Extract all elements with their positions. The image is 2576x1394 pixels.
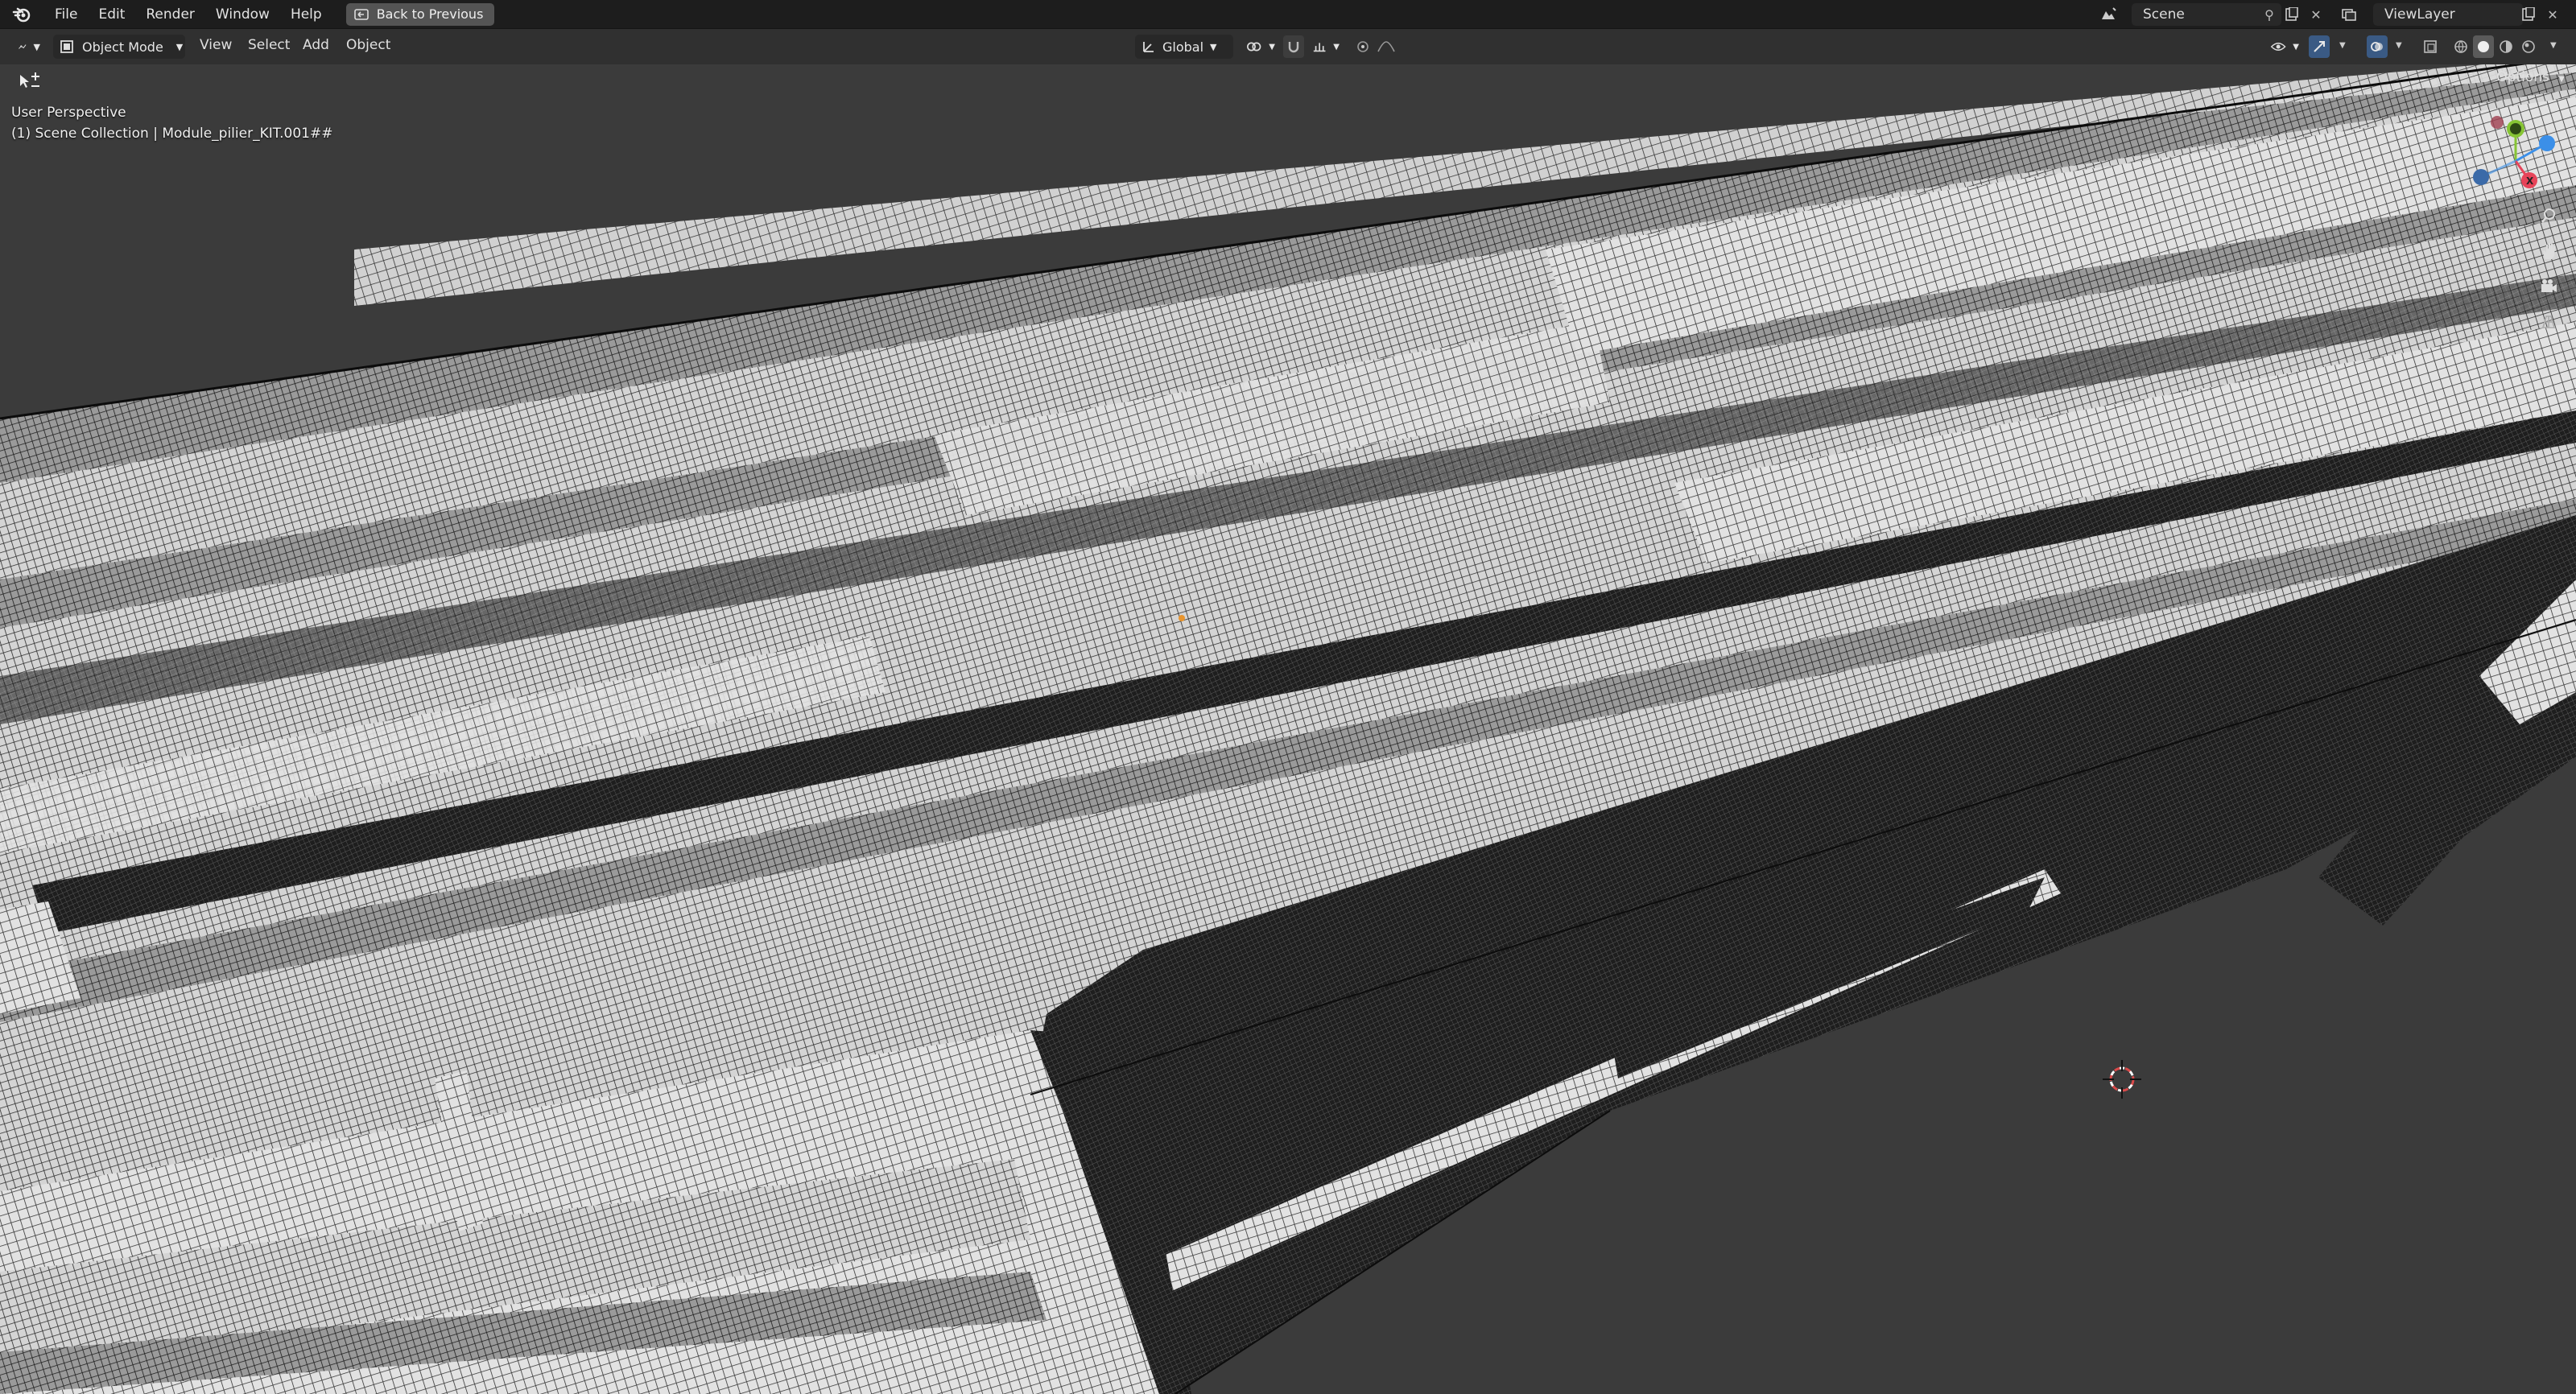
gizmo-chevron-down-icon[interactable]: ▼ [2339,41,2346,50]
mesh-wireframe-render [0,64,2576,1394]
view-layer-name-text: ViewLayer [2384,6,2455,23]
rendered-shading-icon[interactable] [2518,35,2539,58]
options-label: Options [2496,69,2549,85]
perspective-label: User Perspective [11,105,126,121]
snap-toggle-icon[interactable] [1283,35,1304,58]
delete-scene-icon[interactable]: ✕ [2306,4,2326,25]
3d-viewport[interactable]: User Perspective (1) Scene Collection | … [0,64,2576,1394]
pan-hand-icon[interactable] [2534,237,2563,266]
shading-chevron-down-icon[interactable]: ▼ [2550,41,2557,50]
svg-text:X: X [2526,175,2534,187]
back-screen-icon [353,8,369,20]
menu-add[interactable]: Add [303,37,329,53]
axis-neg-x-icon[interactable] [2491,116,2504,129]
menu-render[interactable]: Render [146,6,195,23]
menu-help[interactable]: Help [291,6,322,23]
navigation-gizmo[interactable]: X [2457,111,2562,208]
axis-z-icon[interactable] [2539,135,2555,151]
material-preview-shading-icon[interactable] [2496,35,2516,58]
object-mode-label: Object Mode [82,39,163,55]
new-view-layer-icon[interactable] [2518,4,2539,25]
menu-window[interactable]: Window [216,6,270,23]
visibility-dropdown[interactable]: ▼ [2264,35,2306,59]
transform-orientation-label: Global [1162,39,1204,55]
menu-edit[interactable]: Edit [98,6,125,23]
menu-view[interactable]: View [200,37,232,53]
menu-object[interactable]: Object [346,37,390,53]
camera-view-icon[interactable] [2534,272,2563,301]
menu-file[interactable]: File [55,6,77,23]
blender-logo-icon[interactable] [10,2,34,27]
axis-neg-z-icon[interactable] [2473,169,2489,185]
proportional-editing-icon[interactable] [1352,35,1373,58]
back-button-label: Back to Previous [376,6,484,22]
object-mode-dropdown[interactable]: Object Mode ▼ [53,35,185,59]
overlays-chevron-down-icon[interactable]: ▼ [2396,41,2402,50]
viewport-header: ▼ Object Mode ▼ View Select Add Object G… [0,29,2576,64]
transform-orientation-dropdown[interactable]: Global ▼ [1135,35,1233,59]
scene-browse-icon[interactable] [2098,4,2119,25]
view-layer-field[interactable]: ViewLayer [2373,3,2523,26]
solid-shading-icon[interactable] [2473,35,2494,58]
perspective-grid-icon[interactable] [2534,307,2563,336]
view-layer-browse-icon[interactable] [2339,4,2360,25]
delete-view-layer-icon[interactable]: ✕ [2542,4,2563,25]
snap-increment-icon [1313,43,1326,52]
chevron-down-icon: ▼ [33,41,40,52]
collection-label: (1) Scene Collection | Module_pilier_KIT… [11,126,333,142]
wireframe-shading-icon[interactable] [2450,35,2471,58]
top-menu-bar: File Edit Render Window Help Back to Pre… [0,0,2576,29]
zoom-magnifier-icon[interactable] [2534,201,2563,230]
gizmo-toggle-icon[interactable] [2309,35,2330,58]
xray-toggle-icon[interactable] [2420,35,2441,58]
chevron-down-icon: ▼ [1210,41,1217,52]
overlays-toggle-icon[interactable] [2367,35,2388,58]
back-to-previous-button[interactable]: Back to Previous [345,2,495,26]
menu-select[interactable]: Select [248,37,290,53]
global-axes-icon [1143,42,1154,52]
eye-icon [2270,43,2286,51]
chevron-down-icon: ▼ [2293,42,2299,52]
chevron-down-icon: ▼ [175,41,184,52]
scene-name-text: Scene [2143,6,2185,23]
chevron-down-icon: ▼ [1333,42,1340,52]
snap-target-dropdown[interactable]: ▼ [1306,35,1346,59]
new-scene-icon[interactable] [2281,4,2302,25]
pin-icon[interactable]: ⚲ [2259,4,2280,25]
falloff-curve-icon[interactable] [1377,35,1397,58]
pivot-point-icon [1247,42,1261,52]
viewport-editor-icon [19,44,27,49]
pivot-point-dropdown[interactable]: ▼ [1240,35,1282,59]
options-dropdown[interactable]: Options ▼ [2496,69,2565,85]
object-mode-icon [60,40,73,53]
chevron-down-icon: ▼ [2558,75,2565,84]
editor-type-dropdown[interactable]: ▼ [11,35,47,59]
select-tool-icon[interactable] [16,69,42,95]
chevron-down-icon: ▼ [1269,42,1275,52]
